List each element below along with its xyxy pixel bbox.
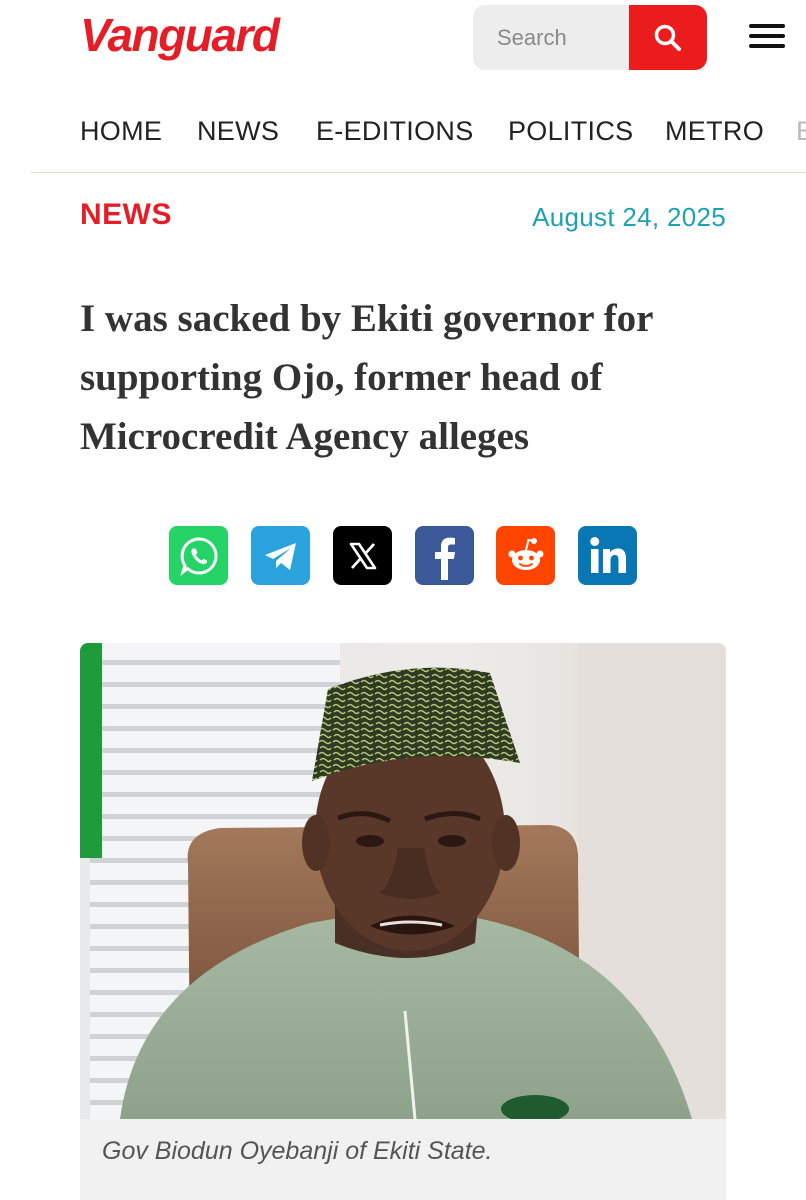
- article-category[interactable]: NEWS: [80, 198, 172, 232]
- site-logo[interactable]: Vanguard: [80, 8, 280, 62]
- hamburger-menu-icon[interactable]: [749, 24, 785, 50]
- featured-image-figure: Gov Biodun Oyebanji of Ekiti State.: [80, 643, 726, 1200]
- image-caption: Gov Biodun Oyebanji of Ekiti State.: [102, 1137, 493, 1165]
- site-header: Vanguard: [0, 0, 806, 80]
- nav-item-metro[interactable]: METRO: [665, 116, 764, 147]
- featured-photo: [80, 643, 726, 1119]
- search-button[interactable]: [629, 5, 707, 70]
- share-facebook-button[interactable]: [415, 526, 474, 585]
- search-icon: [654, 24, 681, 51]
- x-icon: [349, 542, 376, 569]
- share-telegram-button[interactable]: [251, 526, 310, 585]
- nav-item-news[interactable]: NEWS: [197, 116, 279, 147]
- nav-item-home[interactable]: HOME: [80, 116, 162, 147]
- nav-item-e-editions[interactable]: E-EDITIONS: [316, 116, 474, 147]
- search-input[interactable]: [473, 5, 629, 70]
- main-nav: HOME NEWS E-EDITIONS POLITICS METRO E: [0, 100, 806, 164]
- share-linkedin-button[interactable]: [578, 526, 637, 585]
- telegram-icon: [264, 542, 296, 570]
- linkedin-icon: [589, 536, 626, 573]
- share-x-button[interactable]: [333, 526, 392, 585]
- article-date: August 24, 2025: [532, 202, 726, 232]
- whatsapp-icon: [179, 536, 218, 576]
- facebook-icon: [434, 537, 455, 580]
- nav-item-politics[interactable]: POLITICS: [508, 116, 633, 147]
- article-headline: I was sacked by Ekiti governor for suppo…: [80, 297, 653, 458]
- share-whatsapp-button[interactable]: [169, 526, 228, 585]
- nav-divider: [30, 172, 806, 173]
- search-bar: [473, 5, 707, 70]
- reddit-icon: [508, 537, 543, 570]
- share-reddit-button[interactable]: [496, 526, 555, 585]
- nav-item-overflow[interactable]: E: [796, 116, 806, 147]
- image-caption-box: Gov Biodun Oyebanji of Ekiti State.: [80, 1119, 726, 1200]
